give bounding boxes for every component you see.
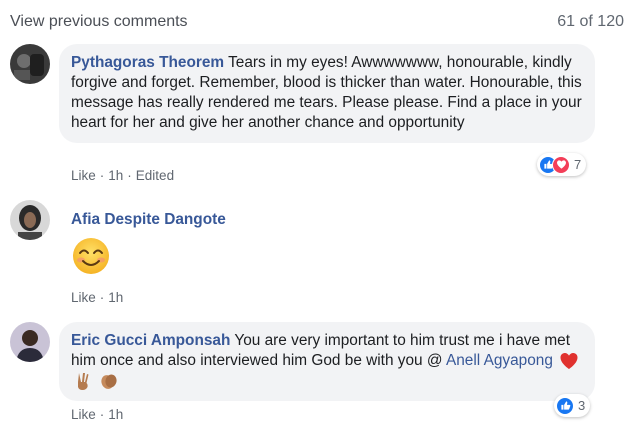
view-previous-comments-link[interactable]: View previous comments: [10, 13, 188, 31]
reaction-summary[interactable]: 7: [537, 153, 587, 176]
reaction-count: 3: [578, 398, 586, 413]
comment-bubble: Eric Gucci Amponsah You are very importa…: [59, 322, 595, 402]
avatar[interactable]: [10, 322, 50, 362]
timestamp[interactable]: 1h: [108, 290, 123, 305]
comment-count: 61 of 120: [557, 13, 624, 30]
clapping-hands-emoji: [101, 374, 117, 389]
comment-actions: Like · 1h: [71, 290, 123, 305]
separator-dot: ·: [99, 407, 105, 422]
separator-dot: ·: [99, 168, 105, 183]
comment-author[interactable]: Eric Gucci Amponsah: [71, 332, 230, 349]
avatar[interactable]: [10, 44, 50, 84]
timestamp[interactable]: 1h: [108, 168, 123, 183]
like-button[interactable]: Like: [71, 168, 96, 183]
separator-dot: ·: [127, 168, 132, 183]
timestamp[interactable]: 1h: [108, 407, 123, 422]
smiling-face-emoji: [73, 238, 109, 274]
comment-author[interactable]: Afia Despite Dangote: [71, 211, 226, 229]
heart-emoji: [560, 353, 578, 369]
comment-actions: Like · 1h: [71, 407, 123, 422]
edited-label[interactable]: Edited: [136, 168, 174, 183]
like-button[interactable]: Like: [71, 407, 96, 422]
separator-dot: ·: [99, 290, 105, 305]
avatar[interactable]: [10, 200, 50, 240]
profile-photo-icon: [10, 200, 50, 240]
comment-author[interactable]: Pythagoras Theorem: [71, 54, 224, 71]
love-icon: [552, 155, 570, 174]
reaction-summary[interactable]: 3: [554, 394, 591, 417]
profile-photo-icon: [10, 44, 50, 84]
comment-bubble: Pythagoras Theorem Tears in my eyes! Aww…: [59, 44, 595, 143]
victory-hand-emoji: [78, 373, 89, 391]
comment-actions: Like · 1h · Edited: [71, 168, 174, 183]
mention-link[interactable]: Anell Agyapong: [446, 352, 553, 369]
comments-header: View previous comments 61 of 120: [0, 0, 642, 44]
profile-photo-icon: [10, 322, 50, 362]
like-icon: [556, 396, 574, 415]
like-button[interactable]: Like: [71, 290, 96, 305]
reaction-count: 7: [574, 157, 582, 172]
